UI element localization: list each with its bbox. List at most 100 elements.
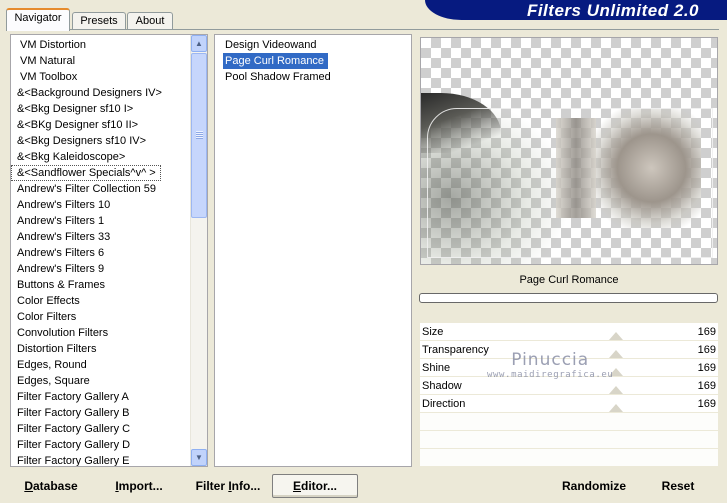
editor-accel: E: [292, 479, 301, 493]
category-row: VM Distortion: [11, 37, 190, 53]
filter-item[interactable]: Pool Shadow Framed: [215, 69, 411, 85]
filter-info-prefix: Filter: [195, 479, 229, 493]
category-item[interactable]: &<Bkg Designers sf10 IV>: [11, 133, 190, 149]
param-label: Shine: [422, 362, 451, 374]
category-row: Andrew's Filters 1: [11, 213, 190, 229]
filter-info-label: nfo...: [231, 479, 261, 493]
category-item[interactable]: Andrew's Filters 33: [11, 229, 190, 245]
category-list[interactable]: VM Distortion VM Natural VM Toolbox &<Backg…: [11, 35, 190, 466]
category-item[interactable]: Color Filters: [11, 309, 190, 325]
category-item[interactable]: &<Background Designers IV>: [11, 85, 190, 101]
slider-thumb-icon[interactable]: [609, 332, 623, 340]
tab-navigator[interactable]: Navigator: [6, 8, 70, 31]
tab-about[interactable]: About: [127, 12, 173, 30]
footer-toolbar: Database Import... Filter Info... Editor…: [0, 470, 727, 503]
category-item[interactable]: Distortion Filters: [11, 341, 190, 357]
category-row: VM Natural: [11, 53, 190, 69]
category-row: Filter Factory Gallery E: [11, 453, 190, 466]
filter-list-panel: Design Videowand Page Curl Romance Pool Sh…: [214, 34, 412, 467]
category-row: &<Sandflower Specials^v^ >: [11, 165, 190, 181]
category-item[interactable]: Color Effects: [11, 293, 190, 309]
slider-thumb-icon[interactable]: [609, 386, 623, 394]
param-label: Direction: [422, 398, 466, 410]
param-row[interactable]: Shadow 169: [420, 377, 718, 395]
category-scrollbar[interactable]: ▲ ▼: [190, 35, 207, 466]
category-item[interactable]: VM Natural: [14, 53, 190, 69]
category-row: Filter Factory Gallery C: [11, 421, 190, 437]
database-button[interactable]: Database: [12, 474, 90, 498]
category-row: &<Bkg Kaleidoscope>: [11, 149, 190, 165]
category-row: Andrew's Filter Collection 59: [11, 181, 190, 197]
category-row: &<Bkg Designers sf10 IV>: [11, 133, 190, 149]
editor-button[interactable]: Editor...: [272, 474, 358, 498]
param-row-empty: [420, 431, 718, 449]
slider-thumb-icon[interactable]: [609, 350, 623, 358]
category-row: &<Bkg Designer sf10 I>: [11, 101, 190, 117]
param-row[interactable]: Direction 169: [420, 395, 718, 413]
category-row: VM Toolbox: [11, 69, 190, 85]
param-value: 169: [697, 398, 716, 410]
filter-row: Design Videowand: [215, 37, 411, 53]
category-item[interactable]: Filter Factory Gallery C: [11, 421, 190, 437]
category-row: Andrew's Filters 9: [11, 261, 190, 277]
param-row[interactable]: Size 169: [420, 323, 718, 341]
category-item[interactable]: Filter Factory Gallery D: [11, 437, 190, 453]
database-label: atabase: [32, 479, 78, 493]
category-row: Filter Factory Gallery A: [11, 389, 190, 405]
filter-row: Pool Shadow Framed: [215, 69, 411, 85]
filter-row: Page Curl Romance: [215, 53, 411, 69]
filter-info-button[interactable]: Filter Info...: [188, 474, 268, 498]
category-item[interactable]: Filter Factory Gallery E: [11, 453, 190, 466]
category-item[interactable]: Edges, Round: [11, 357, 190, 373]
category-item[interactable]: &<Sandflower Specials^v^ >: [11, 165, 161, 181]
slider-thumb-icon[interactable]: [609, 368, 623, 376]
category-item[interactable]: Andrew's Filters 10: [11, 197, 190, 213]
category-row: Edges, Square: [11, 373, 190, 389]
import-label: mport...: [118, 479, 163, 493]
slider-thumb-icon[interactable]: [609, 404, 623, 412]
category-row: Distortion Filters: [11, 341, 190, 357]
category-item[interactable]: Edges, Square: [11, 373, 190, 389]
category-item[interactable]: Andrew's Filters 6: [11, 245, 190, 261]
category-row: Andrew's Filters 33: [11, 229, 190, 245]
category-item[interactable]: VM Toolbox: [14, 69, 190, 85]
category-item[interactable]: Filter Factory Gallery A: [11, 389, 190, 405]
category-row: Andrew's Filters 6: [11, 245, 190, 261]
param-label: Shadow: [422, 380, 462, 392]
category-row: Color Filters: [11, 309, 190, 325]
category-item[interactable]: &<BKg Designer sf10 II>: [11, 117, 190, 133]
category-item[interactable]: Andrew's Filters 9: [11, 261, 190, 277]
param-row[interactable]: Transparency 169: [420, 341, 718, 359]
param-value: 169: [697, 362, 716, 374]
category-item[interactable]: Andrew's Filter Collection 59: [11, 181, 190, 197]
title-banner: Filters Unlimited 2.0: [425, 0, 727, 20]
reset-button[interactable]: Reset: [650, 474, 706, 498]
filter-item-selected[interactable]: Page Curl Romance: [223, 53, 329, 69]
category-item[interactable]: Filter Factory Gallery B: [11, 405, 190, 421]
filter-list[interactable]: Design Videowand Page Curl Romance Pool Sh…: [215, 35, 411, 466]
category-item[interactable]: Convolution Filters: [11, 325, 190, 341]
triangle-up-icon[interactable]: ▲: [191, 35, 207, 52]
preview-image: [420, 37, 718, 265]
grip-icon: [196, 131, 203, 139]
app-title: Filters Unlimited 2.0: [526, 1, 699, 20]
progress-bar: [419, 293, 718, 303]
tab-presets[interactable]: Presets: [72, 12, 126, 30]
category-item[interactable]: Andrew's Filters 1: [11, 213, 190, 229]
param-value: 169: [697, 326, 716, 338]
param-row[interactable]: Shine 169: [420, 359, 718, 377]
category-item[interactable]: &<Bkg Kaleidoscope>: [11, 149, 190, 165]
scrollbar-thumb[interactable]: [191, 53, 207, 218]
import-button[interactable]: Import...: [104, 474, 174, 498]
category-row: Edges, Round: [11, 357, 190, 373]
category-row: &<BKg Designer sf10 II>: [11, 117, 190, 133]
category-row: Buttons & Frames: [11, 277, 190, 293]
filter-item[interactable]: Design Videowand: [215, 37, 411, 53]
randomize-button[interactable]: Randomize: [555, 474, 633, 498]
category-item[interactable]: &<Bkg Designer sf10 I>: [11, 101, 190, 117]
param-label: Size: [422, 326, 444, 338]
category-item[interactable]: Buttons & Frames: [11, 277, 190, 293]
triangle-down-icon[interactable]: ▼: [191, 449, 207, 466]
category-item[interactable]: VM Distortion: [14, 37, 190, 53]
param-value: 169: [697, 344, 716, 356]
